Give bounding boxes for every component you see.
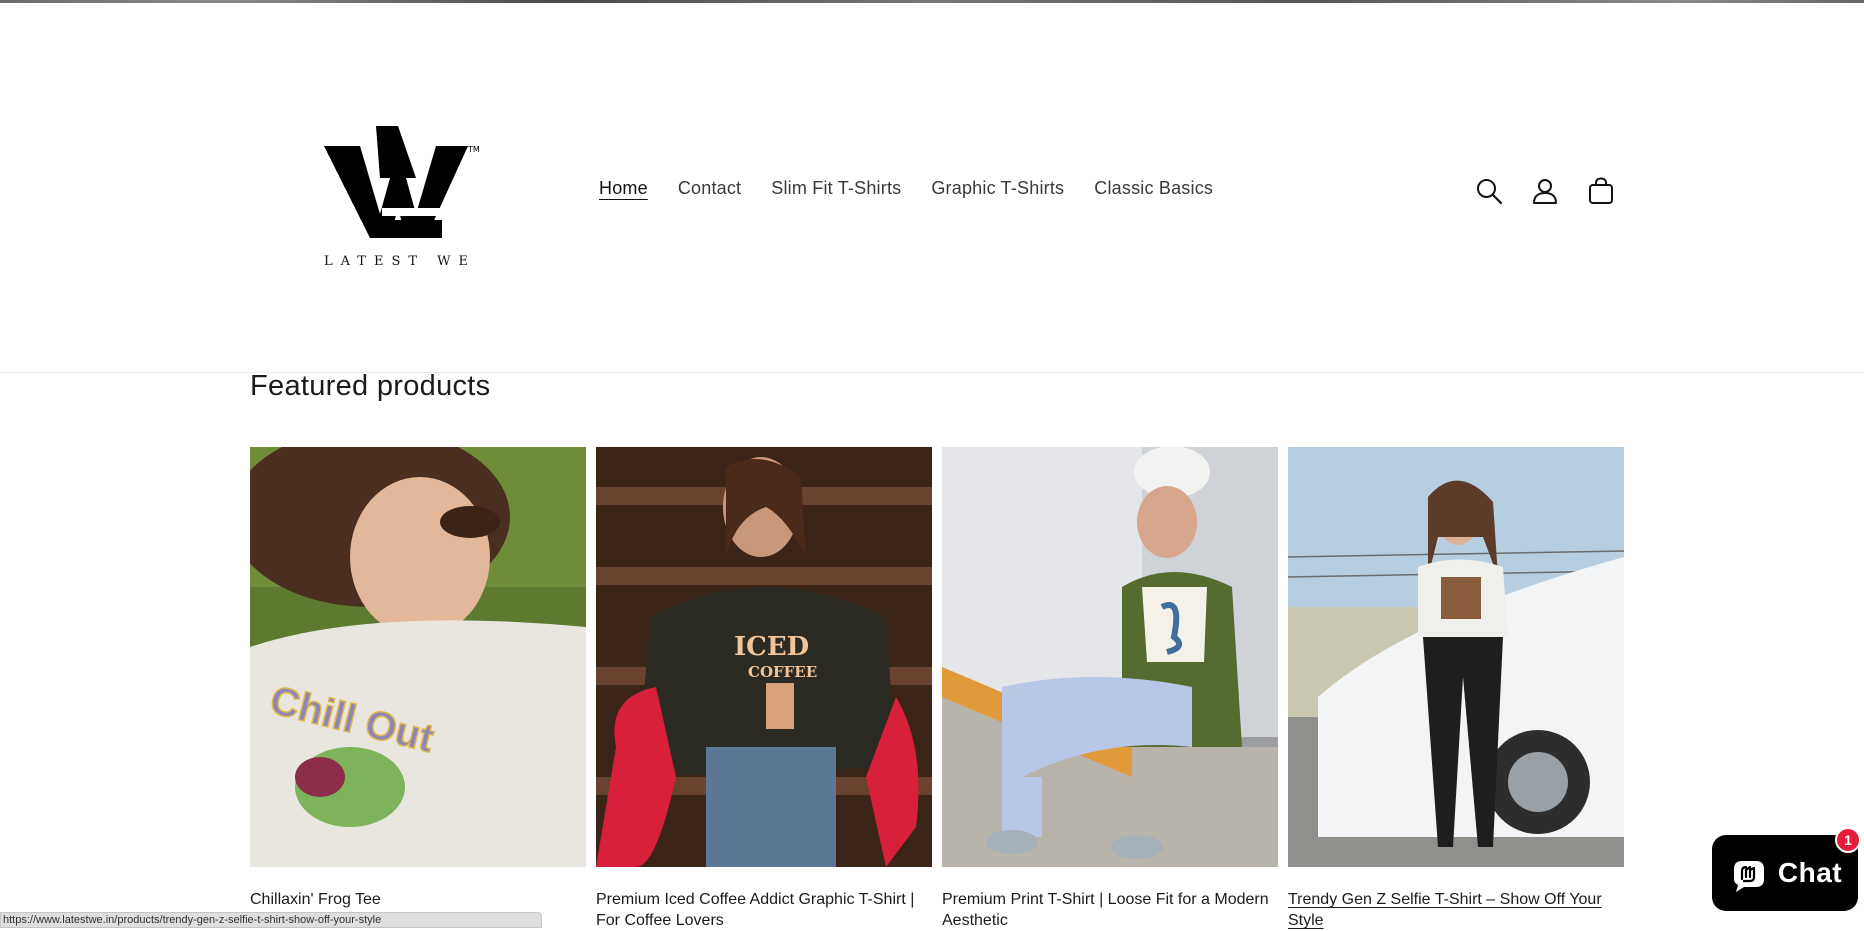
logo-mark: TM — [324, 126, 480, 238]
product-title[interactable]: Premium Print T-Shirt | Loose Fit for a … — [942, 889, 1278, 931]
cart-icon[interactable] — [1584, 174, 1618, 208]
product-title[interactable]: Chillaxin' Frog Tee — [250, 889, 586, 910]
trademark-symbol: TM — [467, 145, 480, 154]
product-title[interactable]: Trendy Gen Z Selfie T-Shirt – Show Off Y… — [1288, 889, 1624, 931]
nav-slim-fit-t-shirts[interactable]: Slim Fit T-Shirts — [756, 174, 916, 203]
product-card[interactable]: Trendy Gen Z Selfie T-Shirt – Show Off Y… — [1288, 447, 1624, 931]
browser-status-bar: https://www.latestwe.in/products/trendy-… — [0, 912, 542, 928]
logo-wordmark: LATEST WE — [324, 254, 477, 269]
nav-graphic-t-shirts[interactable]: Graphic T-Shirts — [916, 174, 1079, 203]
shirt-print-text: COFFEE — [748, 663, 817, 681]
account-icon[interactable] — [1528, 174, 1562, 208]
product-card[interactable]: Chill Out Chillaxin' Frog Tee — [250, 447, 586, 931]
product-card[interactable]: Premium Print T-Shirt | Loose Fit for a … — [942, 447, 1278, 931]
shirt-print-text: ICED — [734, 632, 809, 662]
site-header: TM LATEST WE Home Contact Slim Fit T-Shi… — [0, 4, 1864, 373]
featured-heading: Featured products — [250, 370, 491, 402]
nav-home[interactable]: Home — [584, 174, 663, 203]
product-card[interactable]: ICED COFFEE Premium Iced Coffee Addict G… — [596, 447, 932, 931]
product-title[interactable]: Premium Iced Coffee Addict Graphic T-Shi… — [596, 889, 932, 931]
chat-label: Chat — [1777, 857, 1843, 888]
chat-bag-icon — [1733, 861, 1764, 892]
chat-notification-badge: 1 — [1835, 827, 1861, 853]
product-image-frog-tee[interactable]: Chill Out — [250, 447, 586, 867]
main-nav: Home Contact Slim Fit T-Shirts Graphic T… — [584, 174, 1228, 203]
nav-contact[interactable]: Contact — [663, 174, 756, 203]
featured-products-section: Featured products — [250, 370, 1626, 403]
product-image-gen-z-selfie-tee[interactable] — [1288, 447, 1624, 867]
product-image-print-tee[interactable] — [942, 447, 1278, 867]
logo[interactable]: TM LATEST WE — [318, 116, 488, 276]
search-icon[interactable] — [1472, 174, 1506, 208]
product-grid: Chill Out Chillaxin' Frog Tee ICED COFFE… — [250, 447, 1624, 931]
header-icons — [1472, 174, 1618, 208]
product-image-iced-coffee[interactable]: ICED COFFEE — [596, 447, 932, 867]
nav-classic-basics[interactable]: Classic Basics — [1079, 174, 1228, 203]
top-edge-line — [0, 0, 1864, 3]
